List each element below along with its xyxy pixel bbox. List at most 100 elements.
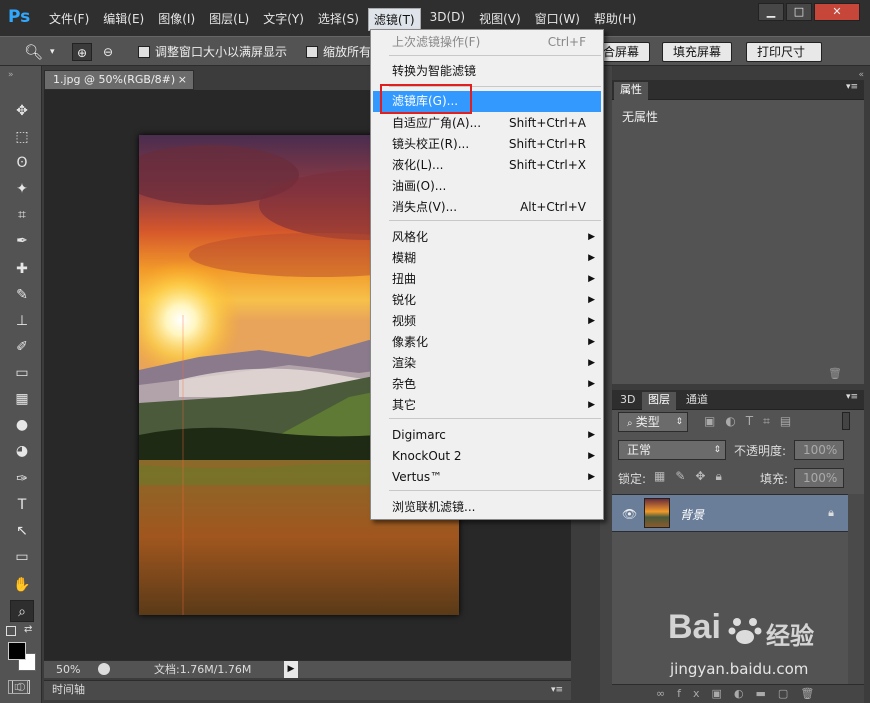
zoom-out-icon[interactable]: ⊖ [98, 43, 118, 61]
marquee-icon[interactable]: ⬚ [10, 126, 34, 148]
menu-0[interactable]: 文件(F) [44, 8, 94, 31]
eye-icon[interactable]: 👁︎ [622, 507, 637, 521]
lasso-icon[interactable]: ʘ [10, 152, 34, 174]
magic-wand-icon[interactable]: ✦ [10, 178, 34, 200]
filter-menu-item-8[interactable]: 风格化 ▶ [371, 227, 603, 248]
minimize-button[interactable]: ▁ [758, 3, 784, 21]
filter-toggle[interactable] [842, 412, 850, 430]
close-document-icon[interactable]: × [178, 71, 187, 89]
swap-colors-icon[interactable]: ⇄ [24, 624, 32, 635]
filter-menu-item-10[interactable]: 扭曲 ▶ [371, 269, 603, 290]
menu-item-shortcut: Alt+Ctrl+V [520, 200, 586, 214]
filter-menu-item-19[interactable]: Vertus™ ▶ [371, 467, 603, 488]
opacity-label: 不透明度: [734, 444, 787, 458]
shape-icon[interactable]: ▭ [10, 546, 34, 568]
history-brush-icon[interactable]: ✐ [10, 336, 34, 358]
tool-preset-dropdown-icon[interactable]: ▾ [50, 43, 55, 61]
filter-menu-item-14[interactable]: 渲染 ▶ [371, 353, 603, 374]
timeline-menu-icon[interactable]: ▾≡ [551, 681, 563, 699]
filter-menu-item-1[interactable]: 转换为智能滤镜 [371, 61, 603, 82]
menu-10[interactable]: 帮助(H) [589, 8, 641, 31]
screen-mode-icon[interactable]: □ [8, 680, 28, 694]
close-button[interactable]: ✕ [814, 3, 860, 21]
menu-2[interactable]: 图像(I) [153, 8, 200, 31]
blend-mode-select[interactable]: 正常 ⇕ [618, 440, 726, 460]
healing-brush-icon[interactable]: ✚ [10, 258, 34, 280]
layer-row-background[interactable]: 👁︎ 背景 🔒︎ [612, 494, 848, 532]
crop-icon[interactable]: ⌗ [10, 204, 34, 226]
collapse-panels-icon[interactable]: « [858, 70, 864, 80]
filter-menu-item-4[interactable]: 镜头校正(R)... Shift+Ctrl+R [371, 134, 603, 155]
lock-icons[interactable]: ▦✎✥🔒︎ [654, 469, 732, 484]
zoom-icon[interactable]: ⌕ [10, 600, 34, 622]
gradient-icon[interactable]: ▦ [10, 388, 34, 410]
menu-9[interactable]: 窗口(W) [530, 8, 585, 31]
filter-menu-item-17[interactable]: Digimarc ▶ [371, 425, 603, 446]
filter-menu-item-16[interactable]: 其它 ▶ [371, 395, 603, 416]
filter-menu-item-18[interactable]: KnockOut 2 ▶ [371, 446, 603, 467]
resize-window-label: 调整窗口大小以满屏显示 [155, 45, 288, 59]
menu-6[interactable]: 滤镜(T) [367, 8, 421, 31]
move-icon[interactable]: ✥ [10, 100, 34, 122]
filter-menu-item-6[interactable]: 油画(O)... [371, 176, 603, 197]
eyedropper-icon[interactable]: ✒ [10, 230, 34, 252]
type-icon[interactable]: T [10, 494, 34, 516]
zoom-level[interactable]: 50% [56, 661, 80, 678]
filter-menu-item-5[interactable]: 液化(L)... Shift+Ctrl+X [371, 155, 603, 176]
layer-name[interactable]: 背景 [680, 506, 704, 523]
brush-icon[interactable]: ✎ [10, 284, 34, 306]
filter-menu-item-15[interactable]: 杂色 ▶ [371, 374, 603, 395]
foreground-color-swatch[interactable] [8, 642, 26, 660]
layer-filter-icons[interactable]: ▣◐T⌗▤ [704, 414, 801, 429]
default-colors-icon[interactable] [6, 626, 16, 636]
filter-menu-item-11[interactable]: 锐化 ▶ [371, 290, 603, 311]
delete-icon[interactable]: 🗑︎ [828, 367, 842, 380]
menu-5[interactable]: 选择(S) [313, 8, 364, 31]
stamp-icon[interactable]: ⊥ [10, 310, 34, 332]
timeline-tab[interactable]: 时间轴 [52, 681, 85, 699]
status-info-icon[interactable] [98, 663, 110, 675]
filter-menu-item-20[interactable]: 浏览联机滤镜... [371, 497, 603, 518]
zoom-tool-icon[interactable]: 🔍︎ [24, 43, 43, 61]
layers-footer-icons[interactable]: ∞fx▣◐▬▢🗑︎ [612, 684, 864, 703]
tab-layers[interactable]: 图层 [642, 392, 676, 410]
document-tab[interactable]: 1.jpg @ 50%(RGB/8#) × [44, 70, 194, 90]
menu-7[interactable]: 3D(D) [425, 8, 470, 31]
zoom-in-icon[interactable]: ⊕ [72, 43, 92, 61]
menu-1[interactable]: 编辑(E) [98, 8, 149, 31]
menu-item-label: 渲染 [392, 356, 417, 370]
layer-filter-kind[interactable]: ⌕ 类型 ⇕ [618, 412, 688, 432]
resize-window-checkbox[interactable] [138, 46, 150, 58]
tab-channels[interactable]: 通道 [680, 392, 714, 410]
menu-8[interactable]: 视图(V) [474, 8, 526, 31]
menu-item-label: 油画(O)... [392, 179, 447, 193]
zoom-all-checkbox[interactable] [306, 46, 318, 58]
filter-menu-item-7[interactable]: 消失点(V)... Alt+Ctrl+V [371, 197, 603, 218]
menu-3[interactable]: 图层(L) [204, 8, 254, 31]
filter-menu-item-3[interactable]: 自适应广角(A)... Shift+Ctrl+A [371, 113, 603, 134]
tab-properties[interactable]: 属性 [614, 82, 648, 100]
path-selection-icon[interactable]: ↖ [10, 520, 34, 542]
menu-item-label: Digimarc [392, 428, 446, 442]
print-size-button[interactable]: 打印尺寸 [746, 42, 822, 62]
pen-icon[interactable]: ✑ [10, 468, 34, 490]
eraser-icon[interactable]: ▭ [10, 362, 34, 384]
properties-menu-icon[interactable]: ▾≡ [846, 82, 858, 92]
status-menu-arrow-icon[interactable]: ▶ [284, 661, 298, 678]
opacity-input[interactable]: 100% [794, 440, 844, 460]
blur-icon[interactable]: ● [10, 414, 34, 436]
fill-screen-button[interactable]: 填充屏幕 [662, 42, 733, 62]
chevron-down-icon: ⇕ [713, 445, 721, 455]
hand-icon[interactable]: ✋ [10, 574, 34, 596]
filter-menu-item-9[interactable]: 模糊 ▶ [371, 248, 603, 269]
layers-scrollbar[interactable] [848, 494, 864, 694]
tab-3d[interactable]: 3D [614, 392, 641, 410]
collapse-toolbar-icon[interactable]: » [8, 70, 14, 80]
maximize-button[interactable]: □ [786, 3, 812, 21]
layers-menu-icon[interactable]: ▾≡ [846, 392, 858, 402]
menu-4[interactable]: 文字(Y) [258, 8, 309, 31]
dodge-icon[interactable]: ◕ [10, 440, 34, 462]
filter-menu-item-12[interactable]: 视频 ▶ [371, 311, 603, 332]
filter-menu-item-13[interactable]: 像素化 ▶ [371, 332, 603, 353]
fill-input[interactable]: 100% [794, 468, 844, 488]
